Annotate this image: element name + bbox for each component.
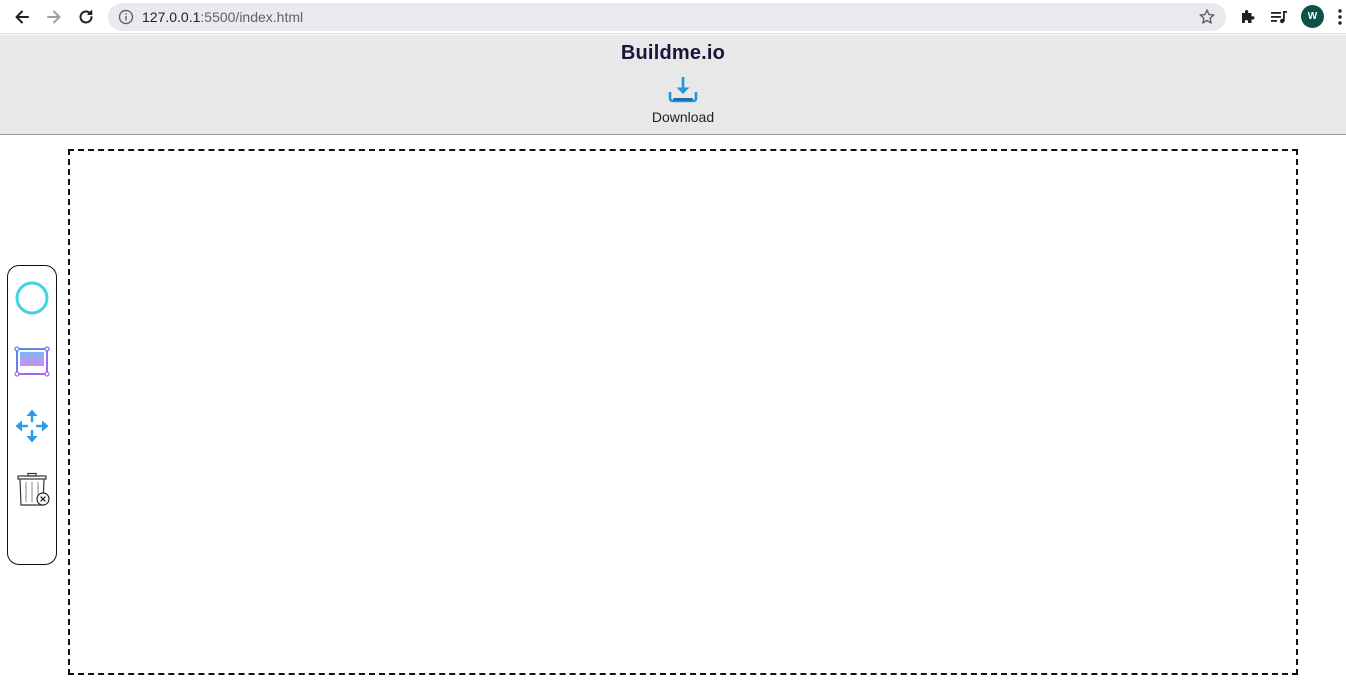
profile-avatar[interactable]: W bbox=[1301, 5, 1324, 28]
move-tool[interactable] bbox=[14, 408, 50, 444]
reload-icon bbox=[79, 10, 93, 24]
back-arrow-icon bbox=[15, 10, 29, 24]
delete-tool[interactable] bbox=[14, 472, 50, 508]
download-label: Download bbox=[651, 109, 715, 125]
browser-toolbar: 127.0.0.1:5500/index.html W bbox=[0, 0, 1346, 34]
back-button[interactable] bbox=[9, 4, 35, 30]
forward-arrow-icon bbox=[47, 10, 61, 24]
more-vert-icon[interactable] bbox=[1336, 8, 1344, 26]
url-host: 127.0.0.1 bbox=[142, 9, 201, 25]
puzzle-icon bbox=[1242, 10, 1255, 23]
reload-button[interactable] bbox=[73, 4, 99, 30]
move-arrows-icon bbox=[15, 409, 49, 443]
address-bar[interactable]: 127.0.0.1:5500/index.html bbox=[108, 3, 1226, 31]
rectangle-select-icon bbox=[14, 346, 50, 377]
rectangle-tool[interactable] bbox=[14, 344, 50, 380]
url-path: :5500/index.html bbox=[200, 9, 304, 25]
drawing-canvas[interactable] bbox=[68, 149, 1298, 675]
app-header: Buildme.io Download bbox=[0, 35, 1346, 135]
extensions-button[interactable] bbox=[1236, 5, 1260, 29]
download-tray-icon bbox=[668, 77, 698, 103]
playlist-music-icon bbox=[1271, 11, 1287, 24]
tool-palette bbox=[7, 265, 57, 565]
url-text[interactable]: 127.0.0.1:5500/index.html bbox=[142, 9, 303, 25]
download-button[interactable]: Download bbox=[633, 75, 733, 129]
forward-button[interactable] bbox=[41, 4, 67, 30]
circle-tool[interactable] bbox=[14, 280, 50, 316]
bookmark-star-icon[interactable] bbox=[1198, 8, 1216, 26]
site-info-icon[interactable] bbox=[118, 9, 134, 25]
trash-icon bbox=[17, 472, 50, 506]
app-title: Buildme.io bbox=[620, 42, 726, 64]
circle-outline-icon bbox=[15, 281, 49, 315]
media-control-button[interactable] bbox=[1267, 5, 1291, 29]
